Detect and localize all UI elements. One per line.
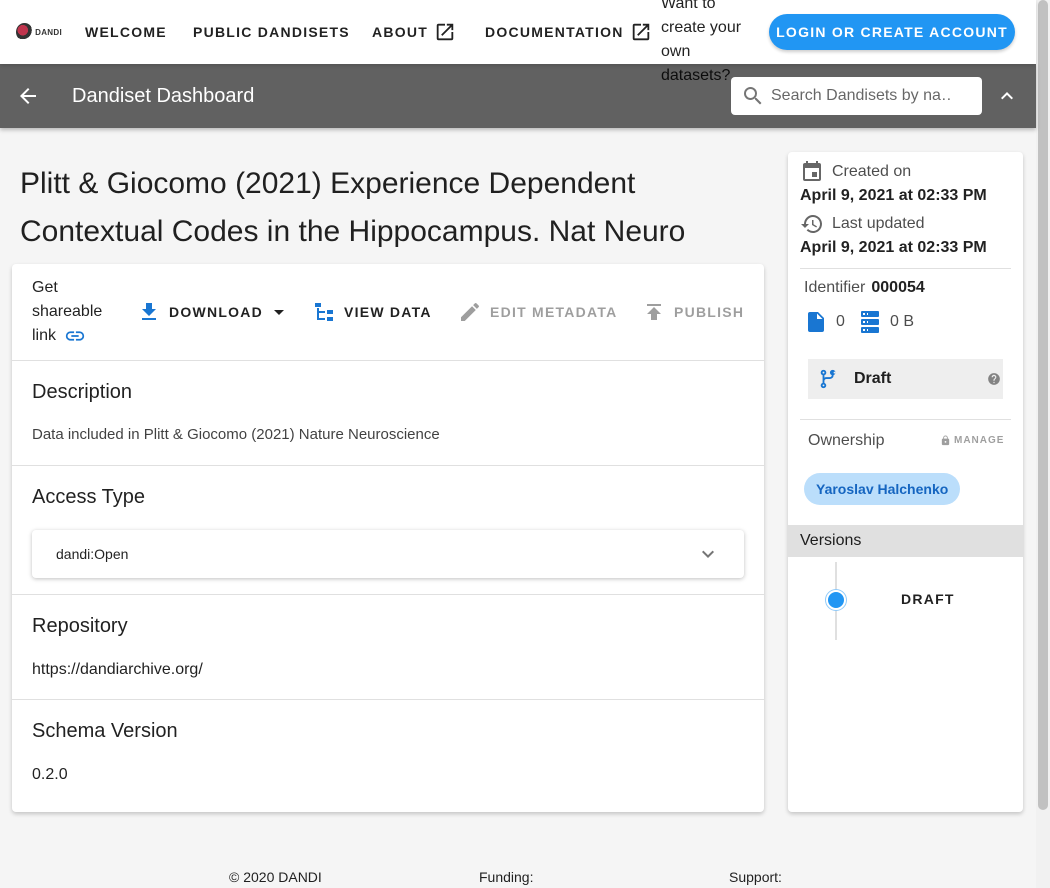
pencil-icon bbox=[461, 302, 480, 321]
chevron-up-icon[interactable] bbox=[995, 84, 1019, 108]
repository-value: https://dandiarchive.org/ bbox=[32, 661, 203, 678]
updated-label: Last updated bbox=[832, 215, 925, 232]
draft-label: Draft bbox=[854, 370, 892, 387]
logo-text: DANDI bbox=[35, 27, 62, 37]
dandiset-toolbar: Dandiset Dashboard bbox=[0, 64, 1036, 128]
top-app-bar: DANDI WELCOME PUBLIC DANDISETS ABOUT DOC… bbox=[0, 0, 1036, 84]
view-data-label: VIEW DATA bbox=[344, 304, 432, 320]
publish-button[interactable]: PUBLISH bbox=[642, 300, 744, 324]
open-in-new-icon bbox=[436, 23, 454, 41]
nav-welcome-label: WELCOME bbox=[85, 24, 167, 40]
nav-welcome[interactable]: WELCOME bbox=[85, 20, 167, 44]
footer-support: Support: bbox=[729, 869, 782, 885]
identifier-label: Identifier bbox=[804, 279, 866, 296]
action-bar: Get shareable link DOWNLOAD VIEW DATA ED… bbox=[12, 264, 764, 361]
arrow-left-icon[interactable] bbox=[16, 84, 40, 108]
nav-about-label: ABOUT bbox=[372, 24, 429, 40]
logo-mark bbox=[16, 23, 34, 41]
size-value: 0 B bbox=[890, 313, 915, 330]
created-label: Created on bbox=[832, 163, 912, 180]
upload-icon bbox=[647, 304, 661, 320]
chevron-down-icon bbox=[702, 550, 714, 558]
dandiset-side-panel: Created on April 9, 2021 at 02:33 PM Las… bbox=[788, 152, 1023, 812]
nav-public-dandisets[interactable]: PUBLIC DANDISETS bbox=[193, 20, 350, 44]
publish-label: PUBLISH bbox=[674, 304, 745, 320]
schema-version-heading: Schema Version bbox=[32, 720, 178, 742]
link-icon bbox=[66, 331, 85, 341]
file-count-stat: 0 bbox=[804, 310, 845, 334]
divider bbox=[800, 419, 1011, 420]
identifier-value: 000054 bbox=[871, 279, 925, 296]
divider bbox=[800, 268, 1011, 269]
search-input[interactable] bbox=[771, 87, 951, 105]
dandiset-main-card: Get shareable link DOWNLOAD VIEW DATA ED… bbox=[12, 264, 764, 812]
search-box[interactable] bbox=[731, 77, 982, 115]
file-tree-icon bbox=[315, 303, 333, 321]
schema-version-section: Schema Version 0.2.0 bbox=[12, 700, 764, 810]
create-datasets-promo: Want to create your own datasets? bbox=[661, 0, 742, 84]
repository-section: Repository https://dandiarchive.org/ bbox=[12, 595, 764, 700]
description-section: Description Data included in Plitt & Gio… bbox=[12, 361, 764, 466]
created-row: Created on bbox=[800, 160, 911, 184]
access-type-section: Access Type dandi:Open bbox=[12, 466, 764, 595]
description-text: Data included in Plitt & Giocomo (2021) … bbox=[32, 426, 440, 443]
updated-row: Last updated bbox=[800, 212, 925, 236]
manage-ownership-button[interactable]: MANAGE bbox=[940, 435, 1004, 446]
access-type-heading: Access Type bbox=[32, 486, 146, 508]
toolbar-title: Dandiset Dashboard bbox=[72, 85, 255, 107]
version-draft-item[interactable]: DRAFT bbox=[901, 591, 955, 607]
view-data-button[interactable]: VIEW DATA bbox=[312, 300, 432, 324]
login-button[interactable]: LOGIN OR CREATE ACCOUNT bbox=[769, 14, 1015, 50]
caret-down-icon bbox=[274, 310, 284, 315]
schema-version-value: 0.2.0 bbox=[32, 766, 68, 783]
access-type-expansion-panel[interactable]: dandi:Open bbox=[32, 530, 744, 578]
versions-header: Versions bbox=[788, 525, 1023, 557]
identifier-row: Identifier 000054 bbox=[804, 279, 925, 297]
branch-icon bbox=[820, 369, 836, 389]
manage-label: MANAGE bbox=[954, 435, 1005, 446]
created-date: April 9, 2021 at 02:33 PM bbox=[800, 187, 987, 204]
scrollbar-thumb[interactable] bbox=[1038, 0, 1048, 810]
nav-about[interactable]: ABOUT bbox=[372, 20, 456, 44]
footer-copyright: © 2020 DANDI bbox=[229, 869, 322, 885]
nav-public-dandisets-label: PUBLIC DANDISETS bbox=[193, 24, 350, 40]
history-icon bbox=[801, 215, 822, 233]
calendar-icon bbox=[803, 161, 821, 181]
get-shareable-link[interactable]: Get shareable link bbox=[32, 276, 112, 348]
dandiset-title: Plitt & Giocomo (2021) Experience Depend… bbox=[20, 167, 686, 248]
size-stat: 0 B bbox=[858, 310, 914, 334]
download-label: DOWNLOAD bbox=[169, 304, 263, 320]
download-button[interactable]: DOWNLOAD bbox=[137, 300, 291, 324]
repository-heading: Repository bbox=[32, 615, 128, 637]
access-type-value: dandi:Open bbox=[56, 546, 129, 562]
updated-date: April 9, 2021 at 02:33 PM bbox=[800, 239, 987, 256]
open-in-new-icon bbox=[632, 23, 649, 41]
owner-chip[interactable]: Yaroslav Halchenko bbox=[804, 473, 961, 505]
nav-documentation-label: DOCUMENTATION bbox=[485, 24, 624, 40]
server-icon bbox=[861, 311, 879, 333]
file-icon bbox=[808, 312, 824, 332]
ownership-label: Ownership bbox=[808, 432, 885, 449]
version-dot bbox=[826, 590, 846, 610]
edit-metadata-button[interactable]: EDIT METADATA bbox=[458, 300, 617, 324]
dandi-logo[interactable]: DANDI bbox=[16, 22, 62, 42]
draft-status[interactable]: Draft bbox=[808, 359, 1003, 399]
edit-metadata-label: EDIT METADATA bbox=[490, 304, 618, 320]
scrollbar[interactable] bbox=[1036, 0, 1050, 888]
lock-icon bbox=[941, 435, 950, 446]
file-count: 0 bbox=[836, 313, 845, 330]
nav-documentation[interactable]: DOCUMENTATION bbox=[485, 20, 652, 44]
description-heading: Description bbox=[32, 381, 133, 403]
help-icon[interactable] bbox=[987, 372, 1001, 386]
download-icon bbox=[142, 303, 156, 320]
footer-funding: Funding: bbox=[479, 869, 534, 885]
